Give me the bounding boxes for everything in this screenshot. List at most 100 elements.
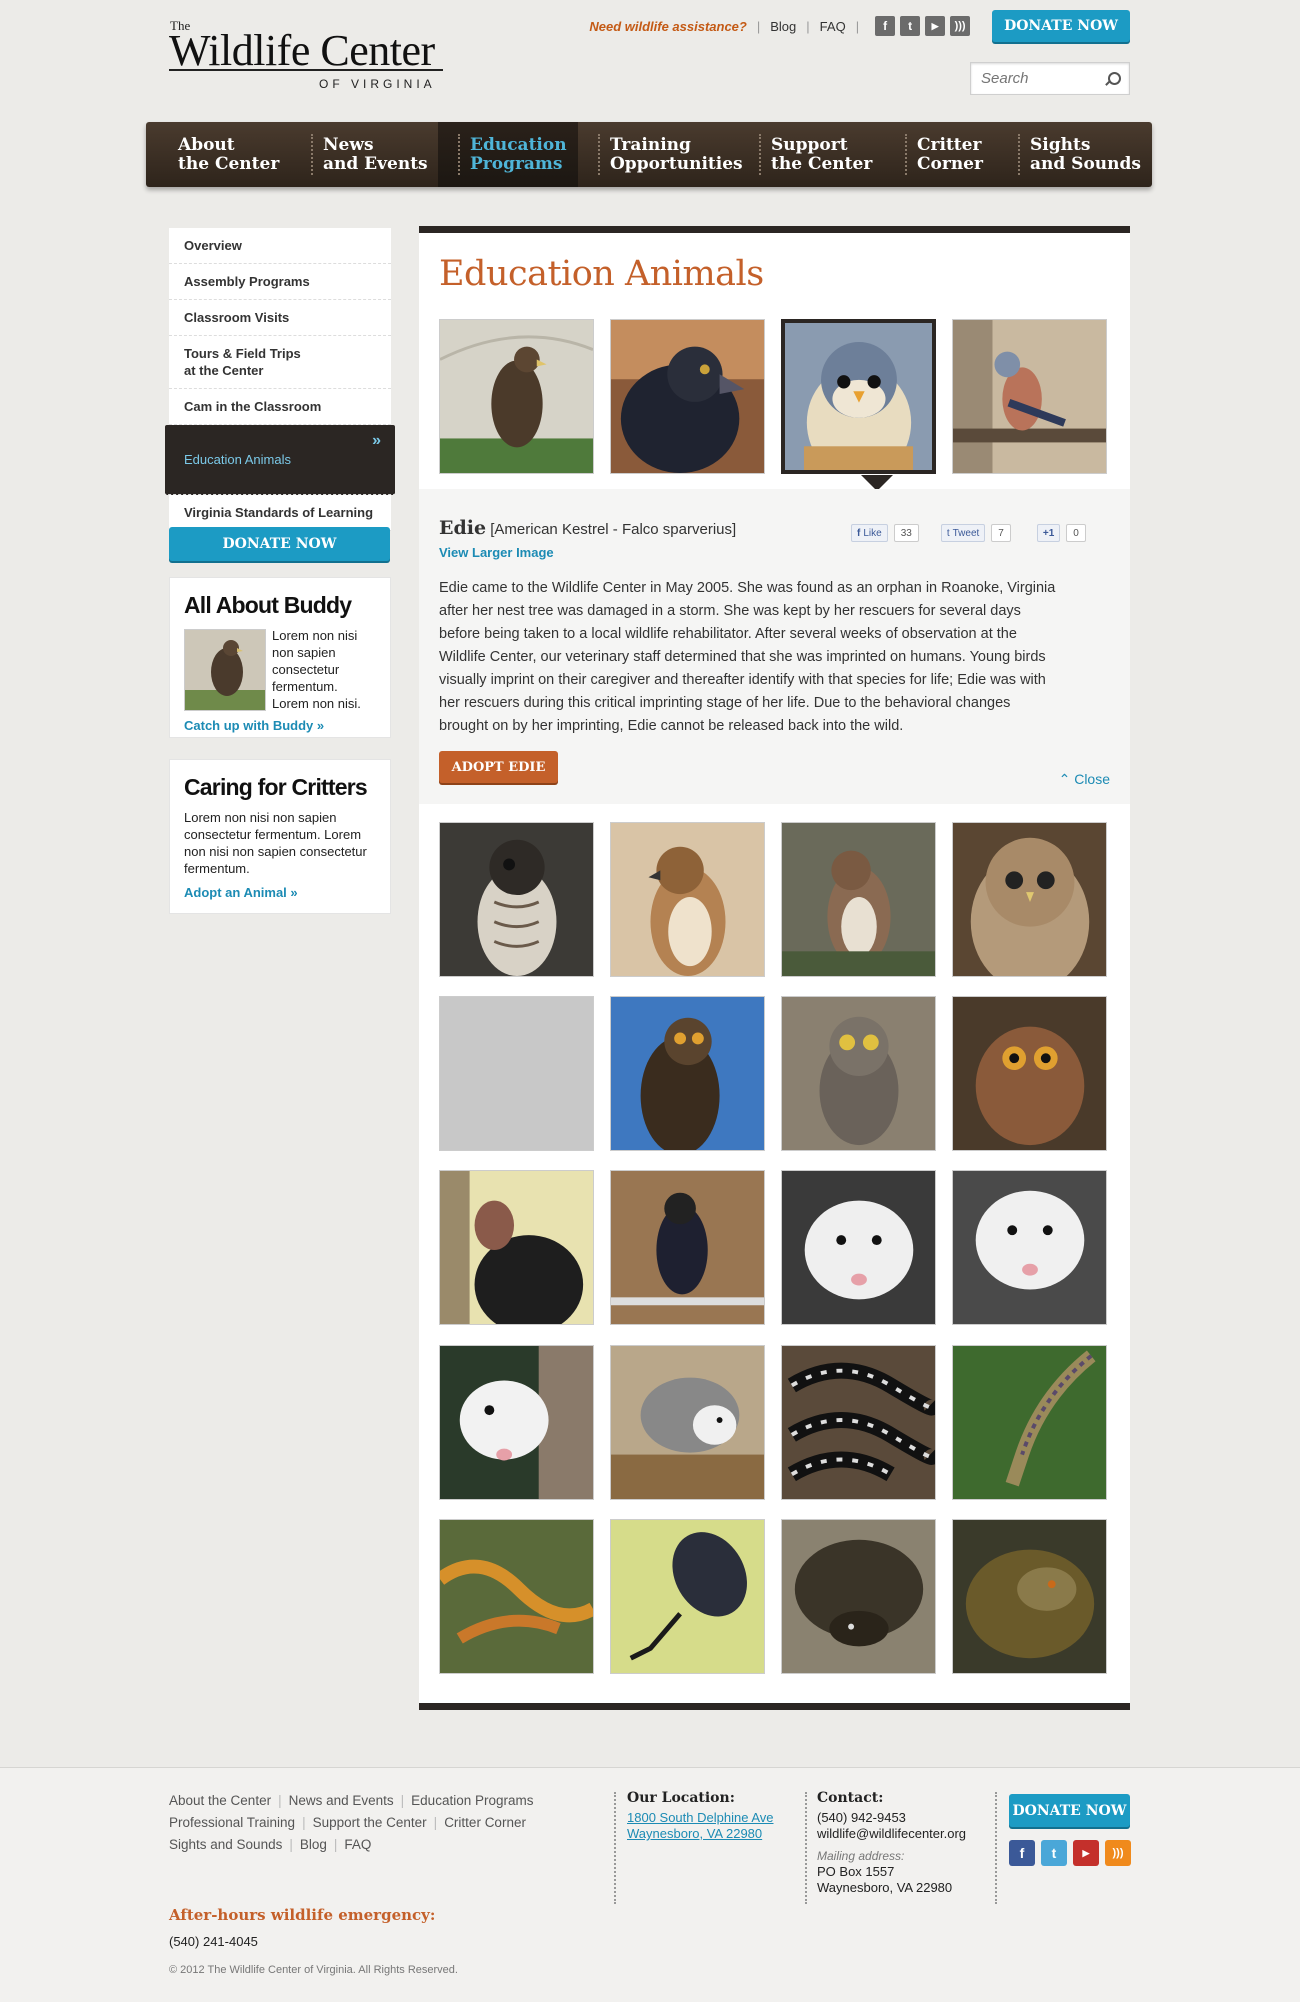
- footer-link[interactable]: FAQ: [344, 1837, 371, 1852]
- address-line-2[interactable]: Waynesboro, VA 22980: [627, 1826, 762, 1841]
- animal-thumb[interactable]: [952, 1170, 1107, 1325]
- section-item-education-animals[interactable]: Education Animals »: [165, 425, 395, 495]
- twitter-icon[interactable]: t: [900, 16, 921, 36]
- animal-thumb[interactable]: [439, 1519, 594, 1674]
- search-icon[interactable]: [1105, 71, 1121, 86]
- section-item-overview[interactable]: Overview: [169, 228, 391, 264]
- rss-icon[interactable]: ))): [1105, 1840, 1131, 1866]
- nav-support[interactable]: Support the Center: [739, 122, 885, 187]
- footer-link[interactable]: Critter Corner: [444, 1815, 526, 1830]
- facebook-icon[interactable]: f: [875, 16, 896, 36]
- animal-thumb[interactable]: [781, 822, 936, 977]
- footer-donate-button[interactable]: DONATE NOW: [1009, 1794, 1130, 1827]
- plus-count: 0: [1066, 524, 1086, 542]
- separator: |: [855, 18, 860, 34]
- footer-divider: [805, 1792, 807, 1904]
- animal-thumb[interactable]: [781, 996, 936, 1151]
- animal-thumb[interactable]: [610, 1170, 765, 1325]
- animal-thumb[interactable]: [610, 996, 765, 1151]
- logo-subtitle: OF VIRGINIA: [319, 77, 436, 91]
- animal-thumb[interactable]: [952, 822, 1107, 977]
- contact-email[interactable]: wildlife@wildlifecenter.org: [817, 1826, 966, 1842]
- animal-thumb-placeholder[interactable]: [439, 996, 594, 1151]
- rss-icon[interactable]: ))): [950, 16, 971, 36]
- search-input[interactable]: [981, 70, 1101, 87]
- blog-link[interactable]: Blog: [770, 19, 796, 34]
- animal-thumb[interactable]: [610, 1519, 765, 1674]
- footer-link[interactable]: Education Programs: [411, 1793, 533, 1808]
- section-item-cam[interactable]: Cam in the Classroom: [169, 389, 391, 425]
- view-larger-link[interactable]: View Larger Image: [439, 545, 554, 560]
- separator: |: [278, 1793, 282, 1808]
- section-nav: Overview Assembly Programs Classroom Vis…: [165, 228, 395, 531]
- footer-link[interactable]: Support the Center: [313, 1815, 427, 1830]
- animal-species: [American Kestrel - Falco sparverius]: [490, 521, 737, 538]
- separator: |: [756, 18, 761, 34]
- adopt-animal-link[interactable]: Adopt an Animal »: [184, 885, 376, 900]
- logo-rule: [169, 69, 443, 71]
- facebook-like-button[interactable]: f Like: [851, 524, 888, 542]
- buddy-photo[interactable]: [184, 629, 266, 711]
- nav-about[interactable]: About the Center: [146, 122, 291, 187]
- adopt-button[interactable]: ADOPT EDIE: [439, 751, 558, 783]
- separator: |: [289, 1837, 293, 1852]
- mailing-line-1: PO Box 1557: [817, 1864, 895, 1879]
- footer-link[interactable]: Blog: [300, 1837, 327, 1852]
- animal-thumb[interactable]: [439, 319, 594, 474]
- youtube-icon[interactable]: ▶: [1073, 1840, 1099, 1866]
- animal-thumb[interactable]: [952, 1345, 1107, 1500]
- emergency-title: After-hours wildlife emergency:: [169, 1906, 436, 1924]
- animal-thumb[interactable]: [610, 319, 765, 474]
- facebook-icon[interactable]: f: [1009, 1840, 1035, 1866]
- footer-social: f t ▶ ))): [1009, 1840, 1131, 1866]
- section-item-tours[interactable]: Tours & Field Trips at the Center: [169, 336, 391, 389]
- google-plus-button[interactable]: +1: [1036, 524, 1061, 542]
- like-label: Like: [863, 527, 882, 539]
- animal-thumb[interactable]: [952, 1519, 1107, 1674]
- separator: |: [400, 1793, 405, 1808]
- section-item-sol[interactable]: Virginia Standards of Learning: [169, 495, 391, 531]
- wildlife-assistance-link[interactable]: Need wildlife assistance?: [589, 19, 747, 34]
- donate-now-button[interactable]: DONATE NOW: [992, 10, 1130, 42]
- separator: |: [433, 1815, 438, 1830]
- animal-thumb[interactable]: [610, 822, 765, 977]
- animal-thumb[interactable]: [781, 1519, 936, 1674]
- emergency-phone: (540) 241-4045: [169, 1934, 258, 1949]
- section-item-assembly[interactable]: Assembly Programs: [169, 264, 391, 300]
- section-item-classroom-visits[interactable]: Classroom Visits: [169, 300, 391, 336]
- page-title: Education Animals: [439, 254, 764, 294]
- animal-thumb[interactable]: [781, 1170, 936, 1325]
- nav-news[interactable]: News and Events: [291, 122, 438, 187]
- site-logo[interactable]: The Wildlife Center OF VIRGINIA: [169, 17, 449, 95]
- tweet-button[interactable]: t Tweet: [940, 524, 986, 542]
- tweet-count: 7: [991, 524, 1011, 542]
- footer-link[interactable]: About the Center: [169, 1793, 271, 1808]
- animal-thumb[interactable]: [952, 319, 1107, 474]
- animal-description: Edie came to the Wildlife Center in May …: [439, 580, 1056, 734]
- animal-thumb[interactable]: [439, 1170, 594, 1325]
- nav-sights[interactable]: Sights and Sounds: [998, 122, 1152, 187]
- footer-link[interactable]: Sights and Sounds: [169, 1837, 282, 1852]
- animal-thumb[interactable]: [781, 1345, 936, 1500]
- animal-thumb[interactable]: [952, 996, 1107, 1151]
- content-panel: Education Animals Edie [American Kestrel…: [419, 226, 1130, 1710]
- animal-thumb-selected[interactable]: [781, 319, 936, 474]
- separator: |: [806, 18, 810, 34]
- buddy-link[interactable]: Catch up with Buddy »: [184, 718, 376, 733]
- youtube-icon[interactable]: ▶: [925, 16, 946, 36]
- sidebar-donate-button[interactable]: DONATE NOW: [169, 527, 390, 561]
- animal-thumb[interactable]: [439, 1345, 594, 1500]
- animal-thumb[interactable]: [439, 822, 594, 977]
- nav-training[interactable]: Training Opportunities: [578, 122, 743, 187]
- footer-link[interactable]: News and Events: [289, 1793, 394, 1808]
- contact-title: Contact:: [817, 1790, 884, 1806]
- twitter-icon[interactable]: t: [1041, 1840, 1067, 1866]
- mailing-line-2: Waynesboro, VA 22980: [817, 1880, 953, 1895]
- footer-link[interactable]: Professional Training: [169, 1815, 295, 1830]
- animal-thumb[interactable]: [610, 1345, 765, 1500]
- nav-education[interactable]: Education Programs: [438, 122, 578, 187]
- address-line-1[interactable]: 1800 South Delphine Ave: [627, 1810, 774, 1825]
- faq-link[interactable]: FAQ: [820, 19, 846, 34]
- close-detail-link[interactable]: ⌃ Close: [1059, 771, 1110, 788]
- nav-critter-corner[interactable]: Critter Corner: [885, 122, 998, 187]
